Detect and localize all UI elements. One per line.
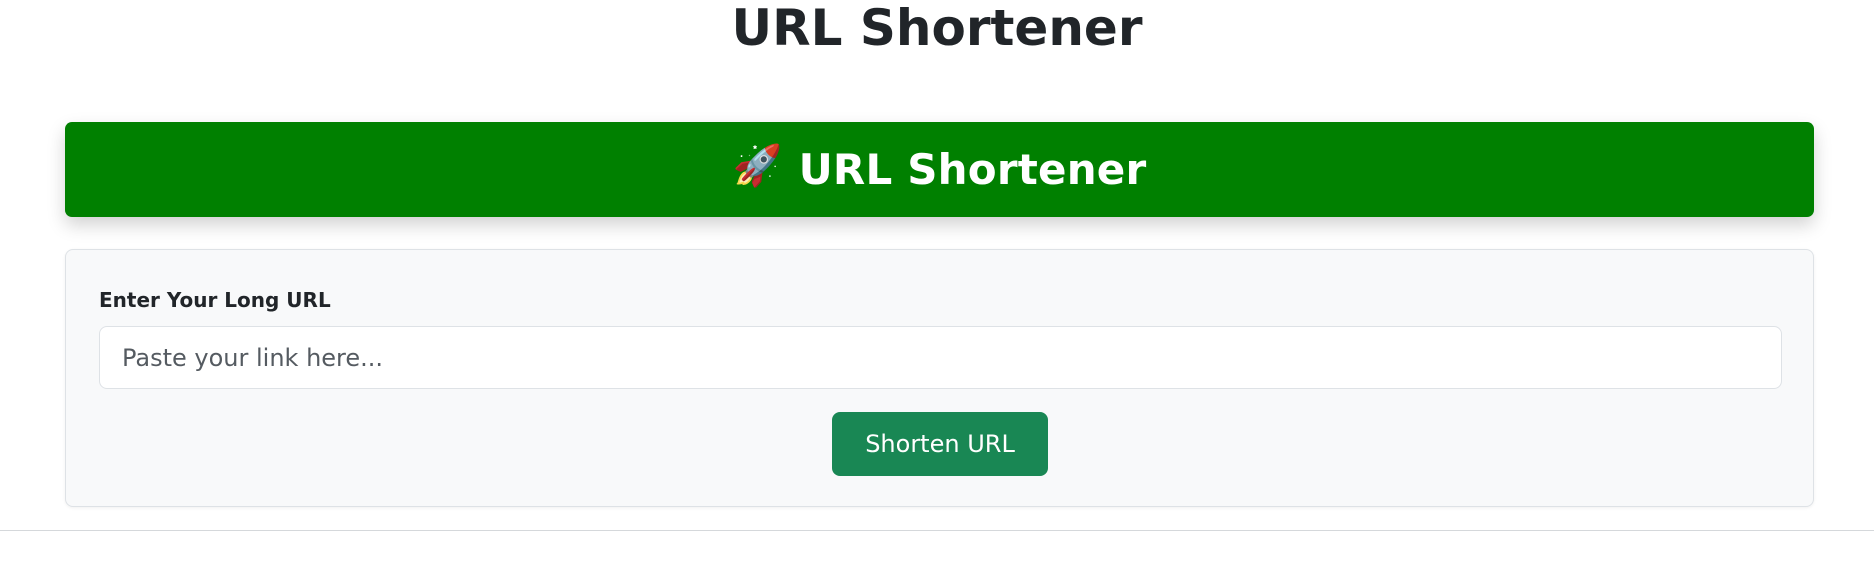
page: URL Shortener 🚀 URL Shortener Enter Your… [0, 0, 1874, 580]
shorten-url-button[interactable]: Shorten URL [832, 412, 1048, 476]
hero-banner: 🚀 URL Shortener [65, 122, 1814, 217]
hero-title: URL Shortener [798, 145, 1147, 194]
shorten-form-card: Enter Your Long URL Shorten URL [65, 249, 1814, 507]
long-url-label: Enter Your Long URL [99, 288, 331, 312]
page-title: URL Shortener [731, 0, 1143, 57]
rocket-icon: 🚀 [732, 142, 783, 189]
divider [0, 530, 1874, 531]
long-url-input[interactable] [99, 326, 1782, 389]
